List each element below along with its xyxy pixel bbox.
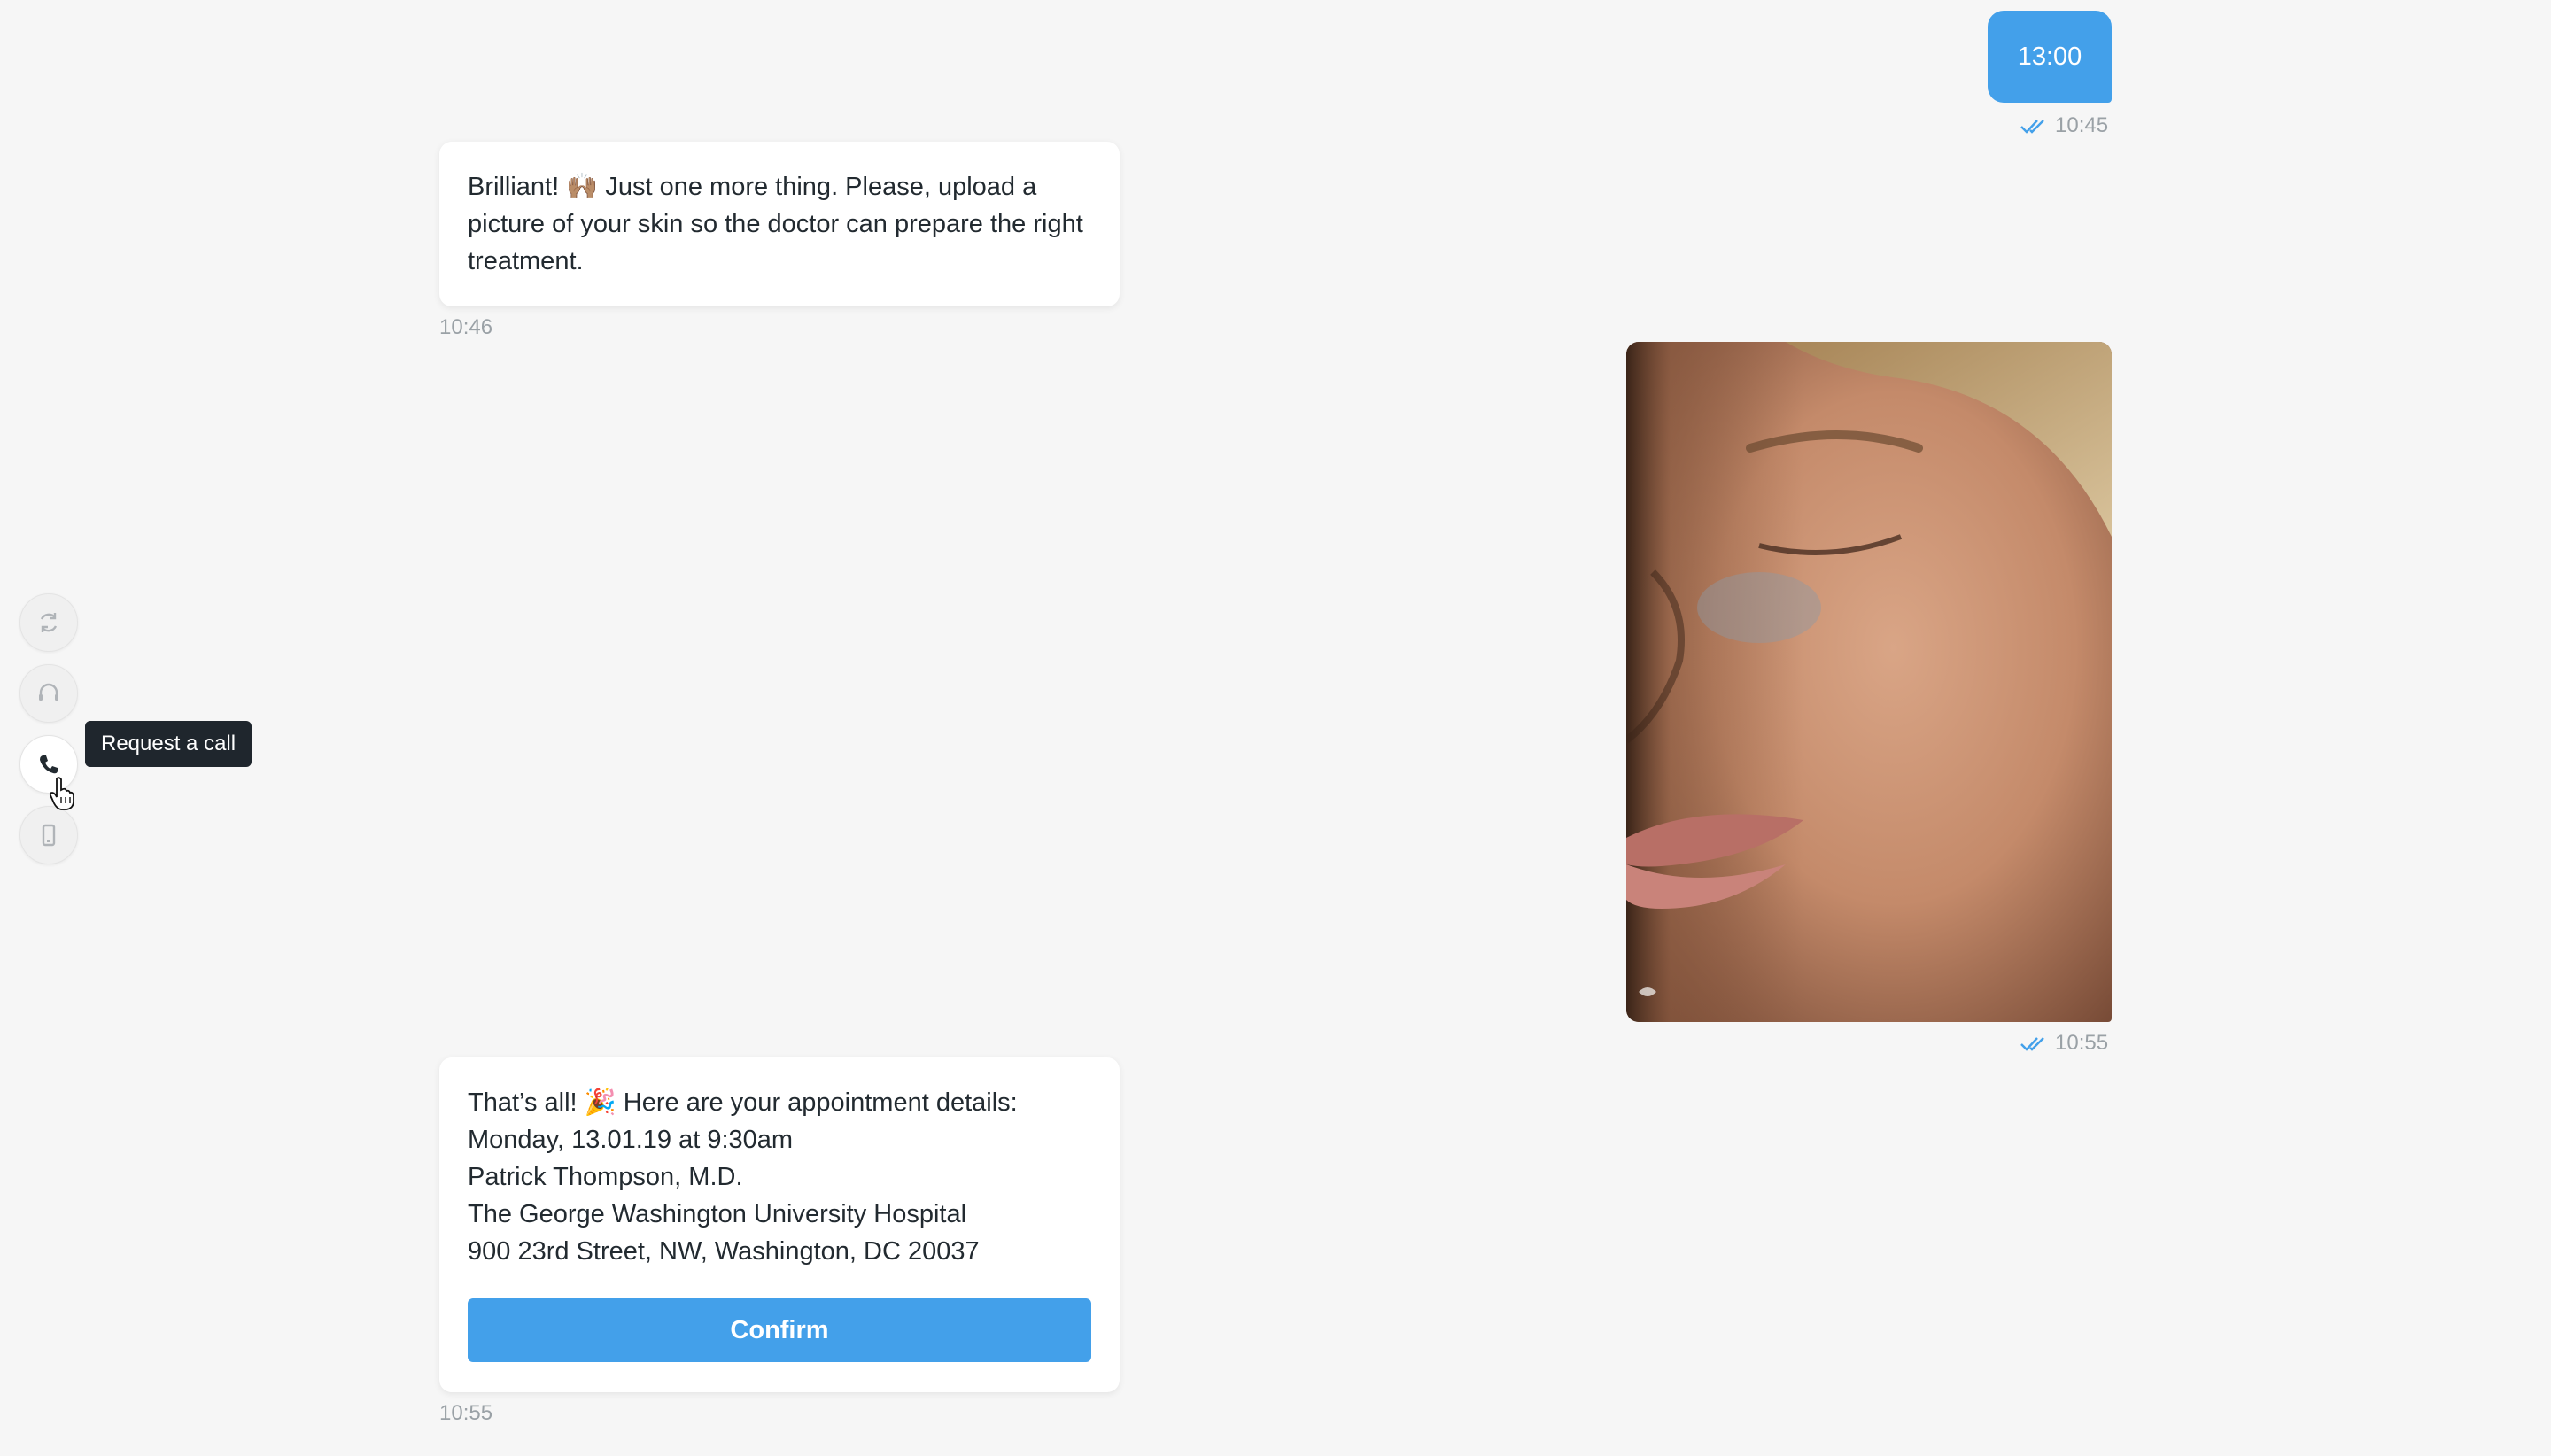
message-time: 10:46 xyxy=(439,315,493,339)
refresh-button[interactable] xyxy=(19,593,78,652)
bot-message-text: Brilliant! 🙌🏽 Just one more thing. Pleas… xyxy=(468,173,1083,275)
photo-message-meta: 10:55 xyxy=(2020,1031,2108,1056)
request-call-tooltip: Request a call xyxy=(85,721,252,767)
appointment-address: 900 23rd Street, NW, Washington, DC 2003… xyxy=(468,1237,980,1266)
face-photo-icon xyxy=(1626,342,2112,1022)
outgoing-message-bubble: 13:00 xyxy=(1988,11,2112,103)
photo-message[interactable] xyxy=(1626,342,2112,1022)
appointment-hospital: The George Washington University Hospita… xyxy=(468,1200,967,1228)
appointment-details-card: That’s all! 🎉 Here are your appointment … xyxy=(439,1057,1120,1392)
outgoing-message-meta: 10:45 xyxy=(2020,113,2108,138)
refresh-icon xyxy=(40,613,58,632)
confirm-button[interactable]: Confirm xyxy=(468,1298,1091,1362)
double-check-icon xyxy=(2020,1037,2044,1051)
outgoing-message-text: 13:00 xyxy=(2017,42,2082,71)
phone-icon xyxy=(40,755,58,774)
message-time: 10:45 xyxy=(2055,113,2109,137)
bot-message-card: Brilliant! 🙌🏽 Just one more thing. Pleas… xyxy=(439,142,1120,306)
headset-icon xyxy=(39,683,58,701)
double-check-icon xyxy=(2020,120,2044,134)
appointment-intro: That’s all! 🎉 Here are your appointment … xyxy=(468,1088,1018,1117)
mobile-icon xyxy=(42,824,56,847)
appointment-doctor: Patrick Thompson, M.D. xyxy=(468,1163,743,1191)
message-time: 10:55 xyxy=(2055,1031,2109,1055)
appointment-date: Monday, 13.01.19 at 9:30am xyxy=(468,1126,794,1154)
message-time: 10:55 xyxy=(439,1401,493,1425)
support-button[interactable] xyxy=(19,664,78,723)
mobile-button[interactable] xyxy=(19,806,78,864)
hand-cursor-icon xyxy=(49,777,74,810)
